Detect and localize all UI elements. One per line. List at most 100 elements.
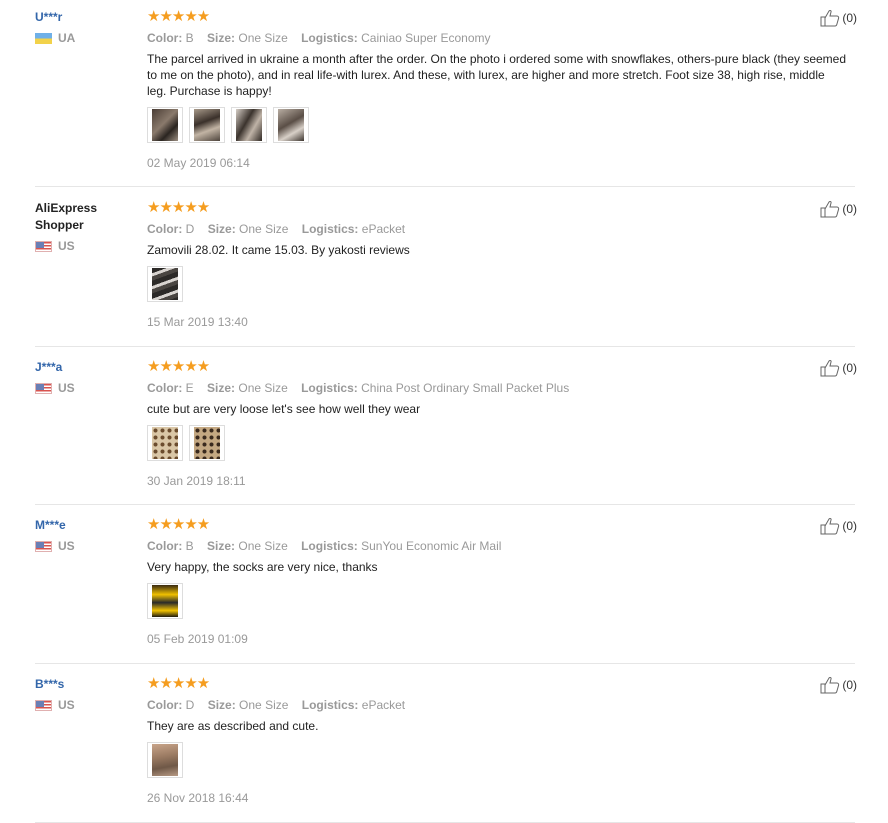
reviewer-name[interactable]: J***a xyxy=(35,359,140,376)
sock-photo xyxy=(152,744,178,776)
size-label: Size: xyxy=(207,539,236,553)
sock-photo xyxy=(152,268,178,300)
review-date: 26 Nov 2018 16:44 xyxy=(147,791,249,805)
order-info: Color: E Size: One Size Logistics: China… xyxy=(147,380,847,396)
reviewer-country: US xyxy=(35,239,140,253)
reviewer-name: AliExpress Shopper xyxy=(35,201,98,232)
color-label: Color: xyxy=(147,381,183,395)
reviewer-info: M***e US xyxy=(35,517,140,553)
helpful-button[interactable]: (0) xyxy=(820,9,857,27)
order-info: Color: B Size: One Size Logistics: Caini… xyxy=(147,30,847,46)
review-photo-thumbnail[interactable] xyxy=(189,107,225,143)
reviewer-info: U***r UA xyxy=(35,9,140,45)
reviewer-name[interactable]: U***r xyxy=(35,9,140,26)
logistics-label: Logistics: xyxy=(301,222,359,236)
review-photo-thumbnail[interactable] xyxy=(273,107,309,143)
review-text: Very happy, the socks are very nice, tha… xyxy=(147,560,378,574)
review-body: ★★★★★ Color: E Size: One Size Logistics:… xyxy=(147,359,847,489)
review-photo-thumbnail[interactable] xyxy=(147,583,183,619)
size-value: One Size xyxy=(238,539,288,553)
ukraine-flag-icon xyxy=(35,32,52,44)
color-value: B xyxy=(185,31,194,45)
sock-photo xyxy=(194,427,220,459)
sock-photo xyxy=(278,109,304,141)
helpful-count: (0) xyxy=(842,11,857,25)
review-item: J***a US ★★★★★ Color: E Size: One Size L… xyxy=(35,359,857,505)
reviewer-country: US xyxy=(35,539,140,553)
sock-photo xyxy=(152,585,178,617)
review-photos xyxy=(147,266,847,304)
us-flag-icon xyxy=(35,382,52,394)
size-value: One Size xyxy=(238,31,288,45)
sock-photo xyxy=(236,109,262,141)
review-item: AliExpress Shopper US ★★★★★ Color: D Siz… xyxy=(35,200,857,347)
reviewer-name[interactable]: M***e xyxy=(35,517,140,534)
review-date: 02 May 2019 06:14 xyxy=(147,156,250,170)
helpful-count: (0) xyxy=(842,361,857,375)
reviewer-info: B***s US xyxy=(35,676,140,712)
reviewer-country: US xyxy=(35,698,140,712)
reviewer-info: J***a US xyxy=(35,359,140,395)
helpful-button[interactable]: (0) xyxy=(820,200,857,218)
reviewer-name[interactable]: B***s xyxy=(35,676,140,693)
country-code: US xyxy=(58,539,75,553)
logistics-label: Logistics: xyxy=(301,539,358,553)
review-photo-thumbnail[interactable] xyxy=(147,425,183,461)
size-value: One Size xyxy=(239,222,289,236)
helpful-count: (0) xyxy=(842,202,857,216)
logistics-value: ePacket xyxy=(361,222,406,236)
us-flag-icon xyxy=(35,540,52,552)
star-rating: ★★★★★ xyxy=(147,516,210,533)
review-item: M***e US ★★★★★ Color: B Size: One Size L… xyxy=(35,517,857,664)
size-value: One Size xyxy=(239,698,289,712)
color-label: Color: xyxy=(147,222,183,236)
review-photo-thumbnail[interactable] xyxy=(147,266,183,302)
review-item: B***s US ★★★★★ Color: D Size: One Size L… xyxy=(35,675,857,823)
star-rating: ★★★★★ xyxy=(147,358,210,375)
color-label: Color: xyxy=(147,698,183,712)
review-body: ★★★★★ Color: B Size: One Size Logistics:… xyxy=(147,517,847,647)
helpful-count: (0) xyxy=(842,519,857,533)
reviewer-info: AliExpress Shopper US xyxy=(35,200,140,253)
helpful-button[interactable]: (0) xyxy=(820,359,857,377)
review-photo-thumbnail[interactable] xyxy=(147,742,183,778)
review-photo-thumbnail[interactable] xyxy=(189,425,225,461)
logistics-value: Cainiao Super Economy xyxy=(361,31,491,45)
logistics-value: SunYou Economic Air Mail xyxy=(361,539,502,553)
size-label: Size: xyxy=(207,222,236,236)
thumbs-up-icon xyxy=(820,676,840,694)
star-rating: ★★★★★ xyxy=(147,675,210,692)
us-flag-icon xyxy=(35,699,52,711)
color-value: B xyxy=(185,539,194,553)
review-text: The parcel arrived in ukraine a month af… xyxy=(147,52,847,98)
color-label: Color: xyxy=(147,539,183,553)
review-text: Zamovili 28.02. It came 15.03. By yakost… xyxy=(147,243,410,257)
review-photos xyxy=(147,583,847,621)
sock-photo xyxy=(194,109,220,141)
color-value: D xyxy=(185,222,195,236)
sock-photo xyxy=(152,427,178,459)
logistics-value: China Post Ordinary Small Packet Plus xyxy=(361,381,570,395)
review-text: They are as described and cute. xyxy=(147,719,319,733)
review-photos xyxy=(147,742,847,780)
reviewer-country: UA xyxy=(35,31,140,45)
helpful-button[interactable]: (0) xyxy=(820,676,857,694)
review-text: cute but are very loose let's see how we… xyxy=(147,402,421,416)
thumbs-up-icon xyxy=(820,9,840,27)
us-flag-icon xyxy=(35,240,52,252)
review-date: 15 Mar 2019 13:40 xyxy=(147,315,248,329)
helpful-button[interactable]: (0) xyxy=(820,517,857,535)
review-photo-thumbnail[interactable] xyxy=(147,107,183,143)
review-body: ★★★★★ Color: D Size: One Size Logistics:… xyxy=(147,200,847,330)
order-info: Color: B Size: One Size Logistics: SunYo… xyxy=(147,538,847,554)
review-date: 05 Feb 2019 01:09 xyxy=(147,632,248,646)
country-code: US xyxy=(58,381,75,395)
order-info: Color: D Size: One Size Logistics: ePack… xyxy=(147,221,847,237)
review-photo-thumbnail[interactable] xyxy=(231,107,267,143)
size-label: Size: xyxy=(207,31,236,45)
review-body: ★★★★★ Color: B Size: One Size Logistics:… xyxy=(147,9,847,171)
star-rating: ★★★★★ xyxy=(147,199,210,216)
color-value: E xyxy=(185,381,194,395)
reviewer-country: US xyxy=(35,381,140,395)
country-code: US xyxy=(58,698,75,712)
